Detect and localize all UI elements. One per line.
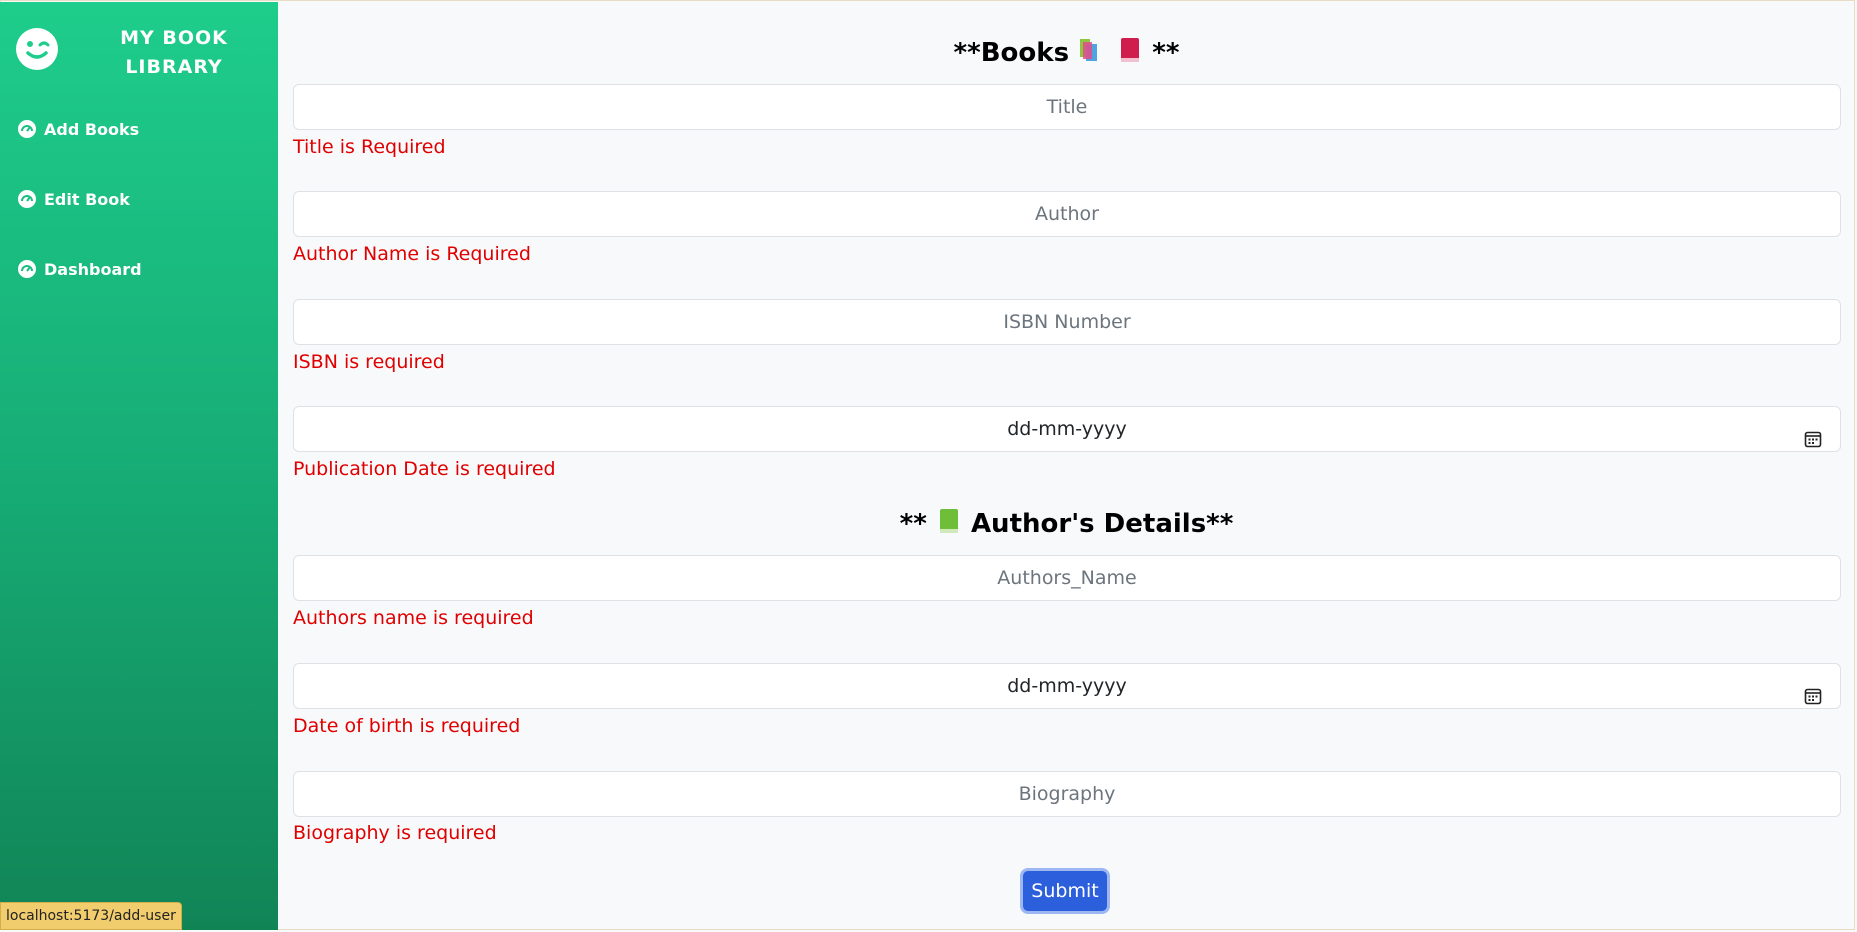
dashboard-icon (18, 120, 36, 138)
author-section-title: ** Author's Details** (278, 507, 1855, 542)
dashboard-icon (18, 260, 36, 278)
brand-title: MY BOOK LIBRARY (120, 27, 228, 78)
books-section-title: **Books ** (278, 36, 1855, 71)
biography-input[interactable]: Biography (293, 771, 1841, 817)
sidebar-item-edit-book[interactable]: Edit Book (18, 184, 258, 214)
publication-date-input[interactable]: dd-mm-yyyy (293, 406, 1841, 452)
calendar-icon[interactable] (1804, 677, 1822, 705)
status-bar-url: localhost:5173/add-user (0, 902, 182, 930)
date-of-birth-error: Date of birth is required (293, 715, 521, 737)
red-book-icon (1117, 36, 1143, 71)
winking-face-logo-icon (16, 28, 58, 70)
sidebar-item-add-books[interactable]: Add Books (18, 114, 258, 144)
books-stack-icon (1078, 36, 1108, 71)
sidebar-item-label: Dashboard (44, 259, 142, 279)
date-of-birth-input[interactable]: dd-mm-yyyy (293, 663, 1841, 709)
sidebar-item-dashboard[interactable]: Dashboard (18, 254, 258, 284)
calendar-icon[interactable] (1804, 420, 1822, 448)
publication-date-error: Publication Date is required (293, 458, 556, 480)
biography-error: Biography is required (293, 822, 497, 844)
author-error: Author Name is Required (293, 243, 531, 265)
authors-name-error: Authors name is required (293, 607, 534, 629)
isbn-error: ISBN is required (293, 351, 445, 373)
title-input[interactable]: Title (293, 84, 1841, 130)
green-book-icon (936, 507, 962, 542)
book-form: **Books ** Title Title is Required Autho… (278, 2, 1855, 930)
submit-button[interactable]: Submit (1020, 868, 1110, 914)
brand[interactable]: MY BOOK LIBRARY (16, 24, 276, 84)
sidebar: MY BOOK LIBRARY Add Books Edit Book Dash… (0, 2, 278, 930)
authors-name-input[interactable]: Authors_Name (293, 555, 1841, 601)
isbn-input[interactable]: ISBN Number (293, 299, 1841, 345)
sidebar-item-label: Add Books (44, 119, 140, 139)
dashboard-icon (18, 190, 36, 208)
sidebar-item-label: Edit Book (44, 189, 130, 209)
author-input[interactable]: Author (293, 191, 1841, 237)
title-error: Title is Required (293, 136, 446, 158)
